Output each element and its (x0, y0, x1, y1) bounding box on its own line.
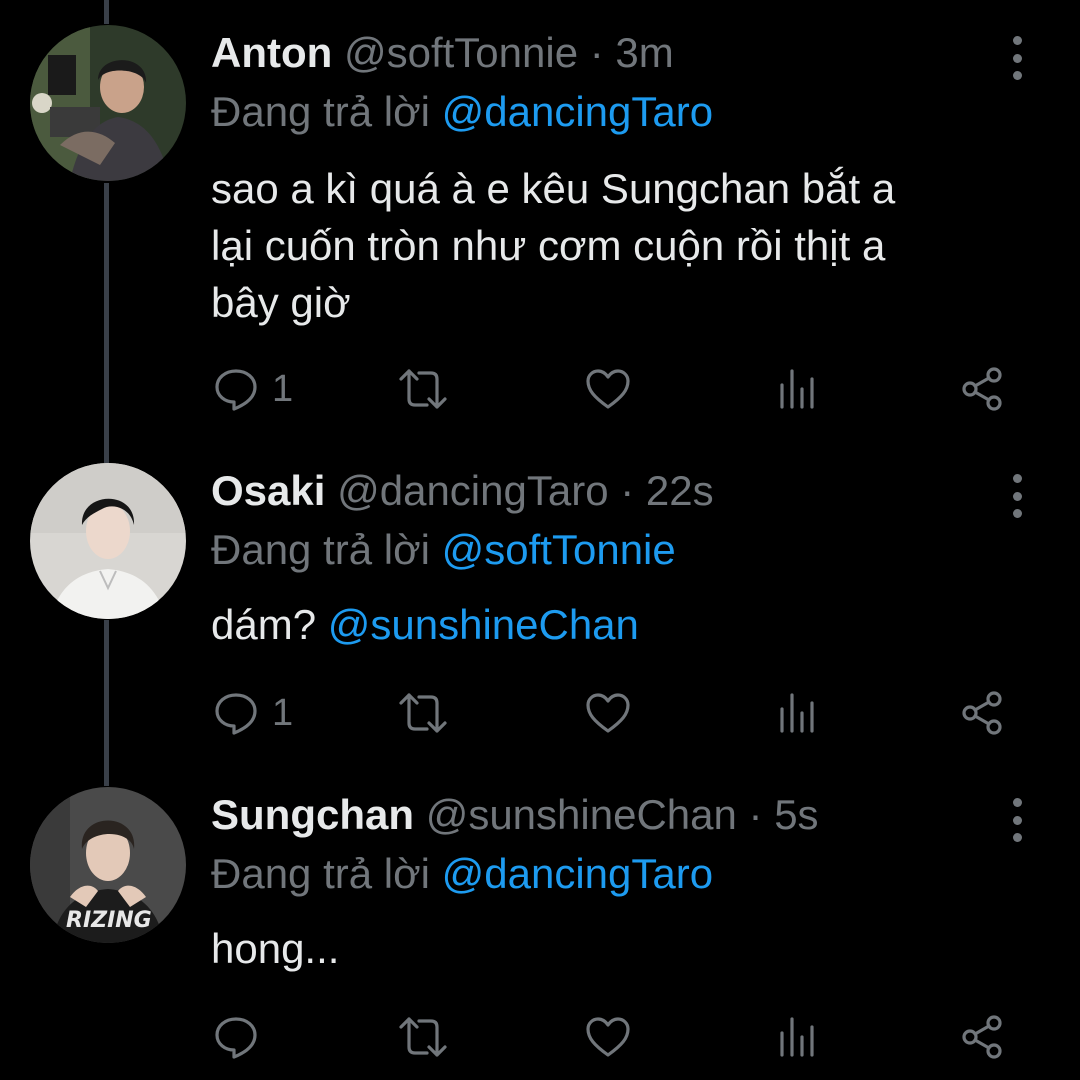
reply-icon (215, 1017, 257, 1059)
reply-button[interactable]: 1 (212, 364, 293, 414)
tweet-text: dám? @sunshineChan (211, 596, 1011, 653)
more-vertical-icon (1012, 833, 1022, 842)
display-name[interactable]: Sungchan (211, 791, 414, 838)
timestamp[interactable]: 3m (615, 29, 673, 76)
replying-to: Đang trả lời @softTonnie (211, 522, 676, 578)
share-icon (962, 367, 1002, 411)
avatar-photo-osaki (30, 463, 186, 619)
tweet-header: Anton @softTonnie · 3m (211, 25, 674, 81)
like-icon (586, 1017, 630, 1057)
more-vertical-icon (1012, 474, 1022, 483)
more-vertical-icon (1012, 53, 1022, 63)
replying-to: Đang trả lời @dancingTaro (211, 846, 713, 902)
like-icon (586, 369, 630, 409)
reply-button[interactable] (212, 1012, 272, 1062)
like-button[interactable] (584, 1012, 632, 1062)
like-button[interactable] (584, 364, 632, 414)
retweet-icon (399, 369, 447, 409)
display-name[interactable]: Anton (211, 29, 332, 76)
tweet-header: Sungchan @sunshineChan · 5s (211, 787, 819, 843)
separator: · (620, 467, 635, 514)
tweet-text-line: bây giờ (211, 279, 351, 326)
tweet-osaki[interactable]: Osaki @dancingTaro · 22s Đang trả lời @s… (0, 440, 1080, 770)
tweet-text-content: dám? (211, 601, 317, 648)
timestamp[interactable]: 22s (646, 467, 714, 514)
avatar-photo-anton (30, 25, 186, 181)
tweet-actions: 1 (212, 364, 1012, 414)
more-vertical-icon (1012, 815, 1022, 825)
avatar[interactable] (30, 25, 186, 181)
timestamp[interactable]: 5s (774, 791, 818, 838)
like-icon (586, 693, 630, 733)
retweet-icon (399, 693, 447, 733)
mention-link[interactable]: @dancingTaro (442, 850, 713, 897)
analytics-button[interactable] (774, 688, 822, 738)
tweet-actions (212, 1012, 1012, 1062)
share-button[interactable] (958, 1012, 1006, 1062)
retweet-icon (399, 1017, 447, 1057)
retweet-button[interactable] (397, 1012, 449, 1062)
display-name[interactable]: Osaki (211, 467, 325, 514)
share-icon (962, 691, 1002, 735)
replying-to: Đang trả lời @dancingTaro (211, 84, 713, 140)
tweet-text-line: lại cuốn tròn như cơm cuộn rồi thịt a (211, 222, 886, 269)
replying-label: Đang trả lời (211, 850, 430, 897)
more-options-button[interactable] (1000, 36, 1034, 80)
reply-icon (215, 693, 257, 735)
tweet-text: sao a kì quá à e kêu Sungchan bắt a lại … (211, 160, 1011, 331)
analytics-icon (780, 693, 814, 733)
mention-link[interactable]: @softTonnie (442, 526, 676, 573)
tweet-anton[interactable]: Anton @softTonnie · 3m Đang trả lời @dan… (0, 0, 1080, 440)
mention-link[interactable]: @sunshineChan (328, 601, 639, 648)
more-vertical-icon (1012, 491, 1022, 501)
more-vertical-icon (1012, 36, 1022, 45)
more-vertical-icon (1012, 798, 1022, 807)
more-vertical-icon (1012, 71, 1022, 80)
avatar-photo-sungchan: RIZING (30, 787, 186, 943)
handle[interactable]: @dancingTaro (337, 467, 608, 514)
share-button[interactable] (958, 364, 1006, 414)
replying-label: Đang trả lời (211, 526, 430, 573)
more-options-button[interactable] (1000, 798, 1034, 842)
svg-text:RIZING: RIZING (66, 908, 152, 933)
analytics-icon (780, 1017, 814, 1057)
handle[interactable]: @softTonnie (344, 29, 578, 76)
avatar[interactable] (30, 463, 186, 619)
retweet-button[interactable] (397, 364, 449, 414)
replying-label: Đang trả lời (211, 88, 430, 135)
separator: · (589, 29, 604, 76)
more-options-button[interactable] (1000, 474, 1034, 518)
analytics-icon (780, 369, 814, 409)
tweet-header: Osaki @dancingTaro · 22s (211, 463, 714, 519)
mention-link[interactable]: @dancingTaro (442, 88, 713, 135)
more-vertical-icon (1012, 509, 1022, 518)
reply-count: 1 (272, 691, 294, 734)
reply-icon (215, 369, 257, 411)
share-button[interactable] (958, 688, 1006, 738)
separator: · (748, 791, 763, 838)
reply-button[interactable]: 1 (212, 688, 293, 738)
reply-count: 1 (272, 367, 294, 410)
analytics-button[interactable] (774, 364, 822, 414)
retweet-button[interactable] (397, 688, 449, 738)
tweet-actions: 1 (212, 688, 1012, 738)
like-button[interactable] (584, 688, 632, 738)
analytics-button[interactable] (774, 1012, 822, 1062)
handle[interactable]: @sunshineChan (426, 791, 737, 838)
tweet-sungchan[interactable]: RIZING Sungchan @sunshineChan · 5s Đang … (0, 770, 1080, 1080)
tweet-text-content: hong... (211, 925, 340, 972)
share-icon (962, 1015, 1002, 1059)
tweet-text: hong... (211, 920, 1011, 977)
avatar[interactable]: RIZING (30, 787, 186, 943)
tweet-text-line: sao a kì quá à e kêu Sungchan bắt a (211, 165, 896, 212)
